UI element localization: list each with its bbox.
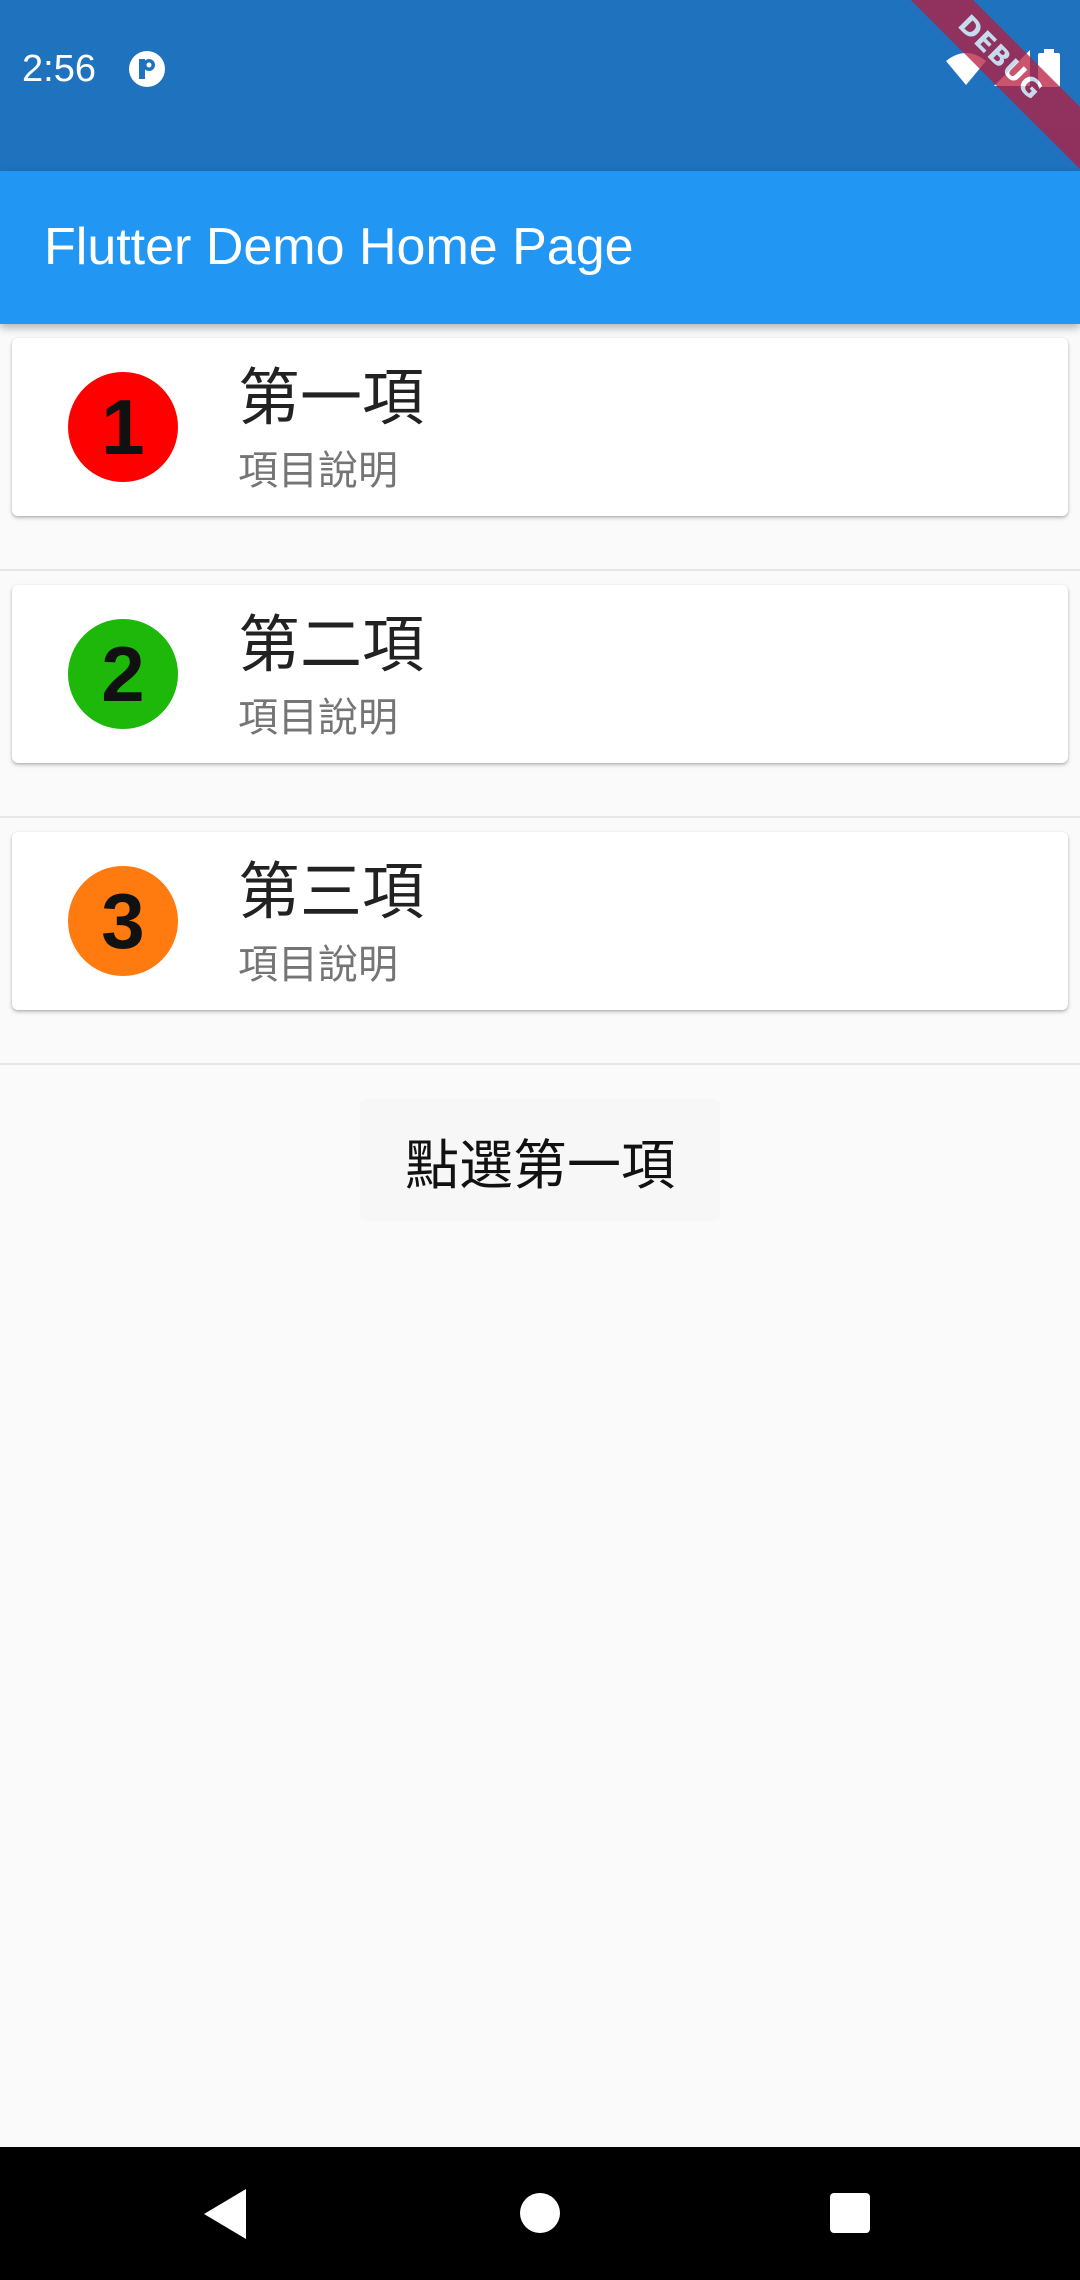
home-icon[interactable] [520, 2193, 560, 2233]
recents-icon[interactable] [830, 2193, 870, 2233]
list-item-card[interactable]: 3 第三項 項目說明 [12, 832, 1068, 1010]
list-item-title: 第三項 [238, 855, 425, 928]
list-item-card[interactable]: 2 第二項 項目說明 [12, 585, 1068, 763]
list-item-title: 第一項 [238, 361, 425, 434]
page-title: Flutter Demo Home Page [44, 218, 634, 276]
list-item-1[interactable]: 1 第一項 項目說明 [0, 324, 1080, 571]
item-list: 1 第一項 項目說明 2 第二項 項目說明 3 第三項 項目說明 [0, 324, 1080, 1065]
navigation-bar [0, 2147, 1080, 2280]
app-bar: Flutter Demo Home Page [0, 171, 1080, 324]
list-item-2[interactable]: 2 第二項 項目說明 [0, 571, 1080, 818]
app-notification-icon [129, 51, 165, 87]
list-item-card[interactable]: 1 第一項 項目說明 [12, 338, 1068, 516]
list-item-3[interactable]: 3 第三項 項目說明 [0, 818, 1080, 1065]
status-bar: 2:56 [0, 0, 1080, 171]
back-icon[interactable] [200, 2187, 250, 2241]
number-one-icon: 1 [68, 372, 178, 482]
list-item-title: 第二項 [238, 608, 425, 681]
list-item-subtitle: 項目說明 [238, 448, 398, 494]
number-two-icon: 2 [68, 619, 178, 729]
status-time: 2:56 [22, 48, 96, 90]
list-item-subtitle: 項目說明 [238, 942, 398, 988]
selected-item-button[interactable]: 點選第一項 [360, 1098, 720, 1222]
number-three-icon: 3 [68, 866, 178, 976]
list-item-subtitle: 項目說明 [238, 695, 398, 741]
